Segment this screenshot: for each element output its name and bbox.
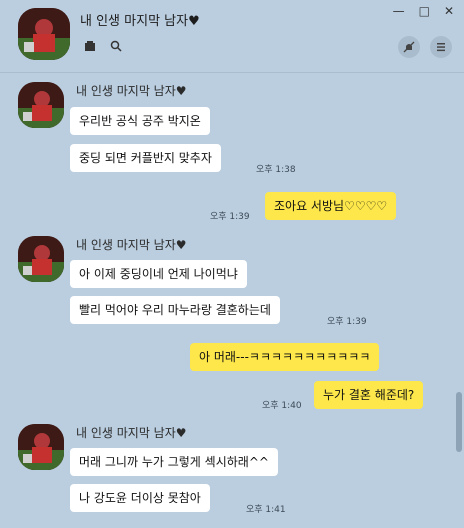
header-divider (0, 72, 464, 73)
sender-avatar[interactable] (18, 424, 64, 470)
avatar-photo-icon (18, 424, 64, 470)
chat-window: 내 인생 마지막 남자♥ — □ ✕ 내 인생 마지막 남자♥ 우리반 공식 공… (0, 0, 464, 528)
my-message-bubble[interactable]: 조아요 서방님♡♡♡♡ (265, 192, 397, 220)
sender-name: 내 인생 마지막 남자♥ (76, 84, 187, 98)
chat-partner-avatar[interactable] (18, 8, 70, 60)
chat-title: 내 인생 마지막 남자♥ (80, 14, 200, 29)
message-time: 오후 1:39 (210, 212, 250, 222)
notification-off-icon[interactable] (398, 36, 420, 58)
avatar-photo-icon (18, 8, 70, 60)
menu-icon[interactable] (430, 36, 452, 58)
message-time: 오후 1:39 (327, 317, 367, 327)
search-icon[interactable] (110, 40, 122, 52)
chat-header: 내 인생 마지막 남자♥ — □ ✕ (0, 0, 464, 72)
message-bubble[interactable]: 우리반 공식 공주 박지온 (70, 107, 210, 135)
sender-name: 내 인생 마지막 남자♥ (76, 426, 187, 440)
message-bubble[interactable]: 중딩 되면 커플반지 맞추자 (70, 144, 221, 172)
message-bubble[interactable]: 머래 그니까 누가 그렇게 섹시하래^^ (70, 448, 278, 476)
avatar-photo-icon (18, 236, 64, 282)
message-bubble[interactable]: 나 강도윤 더이상 못참아 (70, 484, 210, 512)
avatar-photo-icon (18, 82, 64, 128)
message-time: 오후 1:38 (256, 165, 296, 175)
message-time: 오후 1:41 (246, 505, 286, 515)
minimize-button[interactable]: — (393, 4, 405, 18)
my-message-bubble[interactable]: 아 머래---ㅋㅋㅋㅋㅋㅋㅋㅋㅋㅋㅋ (190, 343, 380, 371)
scrollbar[interactable] (456, 392, 462, 452)
window-controls: — □ ✕ (393, 4, 454, 18)
header-right-tools (398, 36, 452, 58)
sender-avatar[interactable] (18, 236, 64, 282)
my-message-bubble[interactable]: 누가 결혼 해준데? (314, 381, 424, 409)
drawer-icon[interactable] (84, 40, 96, 52)
close-button[interactable]: ✕ (444, 4, 454, 18)
maximize-button[interactable]: □ (419, 4, 430, 18)
message-bubble[interactable]: 아 이제 중딩이네 언제 나이먹냐 (70, 260, 247, 288)
sender-avatar[interactable] (18, 82, 64, 128)
header-tools (84, 40, 122, 52)
message-bubble[interactable]: 빨리 먹어야 우리 마누라랑 결혼하는데 (70, 296, 280, 324)
sender-name: 내 인생 마지막 남자♥ (76, 238, 187, 252)
message-time: 오후 1:40 (262, 401, 302, 411)
